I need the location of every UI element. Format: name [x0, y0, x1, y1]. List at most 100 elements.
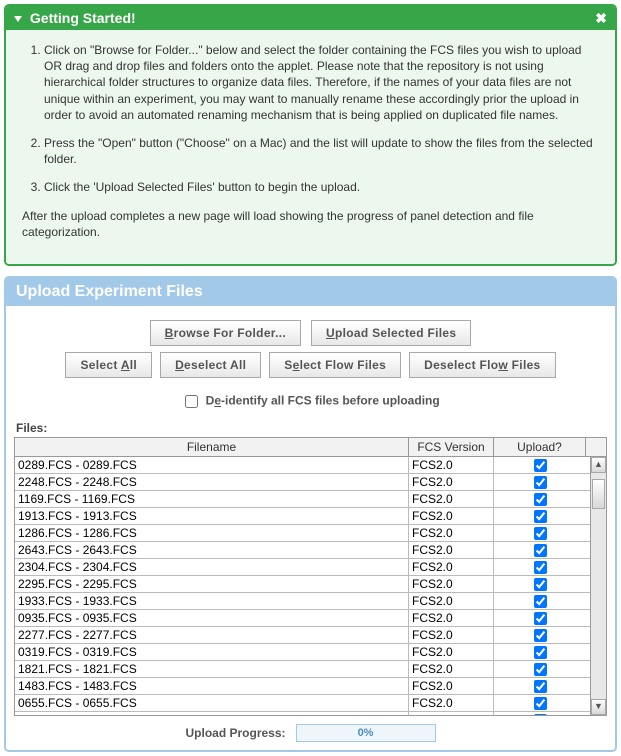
scrollbar-down-button[interactable]: ▼: [591, 699, 606, 715]
cell-filename: 1913.FCS - 1913.FCS: [15, 508, 409, 524]
table-row[interactable]: 1933.FCS - 1933.FCSFCS2.0: [15, 593, 590, 610]
cell-version: FCS2.0: [409, 542, 494, 558]
upload-checkbox[interactable]: [534, 680, 547, 693]
cell-upload: [494, 474, 586, 490]
vertical-scrollbar[interactable]: ▲ ▼: [590, 457, 606, 715]
table-row[interactable]: 2722.FCS - 2722.FCSFCS2.0: [15, 712, 590, 715]
deidentify-label[interactable]: De-identify all FCS files before uploadi…: [206, 394, 440, 408]
cell-upload: [494, 576, 586, 592]
cell-filename: 0289.FCS - 0289.FCS: [15, 457, 409, 473]
getting-started-body: Click on "Browse for Folder..." below an…: [6, 30, 615, 264]
cell-version: FCS2.0: [409, 593, 494, 609]
cell-version: FCS2.0: [409, 508, 494, 524]
getting-started-title: Getting Started!: [30, 10, 136, 26]
table-row[interactable]: 0935.FCS - 0935.FCSFCS2.0: [15, 610, 590, 627]
cell-filename: 1286.FCS - 1286.FCS: [15, 525, 409, 541]
cell-upload: [494, 695, 586, 711]
col-header-scrollbar: [586, 438, 602, 456]
upload-checkbox[interactable]: [534, 646, 547, 659]
upload-checkbox[interactable]: [534, 612, 547, 625]
select-all-button[interactable]: Select All: [65, 352, 152, 378]
upload-checkbox[interactable]: [534, 544, 547, 557]
deidentify-row: De-identify all FCS files before uploadi…: [14, 384, 607, 417]
files-label: Files:: [16, 421, 607, 435]
cell-upload: [494, 644, 586, 660]
browse-for-folder-button[interactable]: Browse For Folder...: [150, 320, 301, 346]
col-header-version[interactable]: FCS Version: [409, 438, 494, 456]
scrollbar-thumb[interactable]: [592, 479, 605, 509]
cell-filename: 1933.FCS - 1933.FCS: [15, 593, 409, 609]
table-row[interactable]: 1169.FCS - 1169.FCSFCS2.0: [15, 491, 590, 508]
table-row[interactable]: 0655.FCS - 0655.FCSFCS2.0: [15, 695, 590, 712]
scrollbar-up-button[interactable]: ▲: [591, 457, 606, 473]
step-3: Click the 'Upload Selected Files' button…: [44, 179, 599, 195]
getting-started-header[interactable]: Getting Started! ✖: [6, 6, 615, 30]
cell-version: FCS2.0: [409, 661, 494, 677]
cell-filename: 2643.FCS - 2643.FCS: [15, 542, 409, 558]
deselect-all-button[interactable]: Deselect All: [160, 352, 261, 378]
cell-version: FCS2.0: [409, 559, 494, 575]
close-icon[interactable]: ✖: [595, 10, 607, 27]
upload-panel-body: Browse For Folder... Upload Selected Fil…: [6, 306, 615, 750]
cell-upload: [494, 678, 586, 694]
cell-version: FCS2.0: [409, 491, 494, 507]
scrollbar-track[interactable]: [591, 473, 606, 699]
upload-checkbox[interactable]: [534, 459, 547, 472]
table-row[interactable]: 1913.FCS - 1913.FCSFCS2.0: [15, 508, 590, 525]
upload-checkbox[interactable]: [534, 629, 547, 642]
table-row[interactable]: 0319.FCS - 0319.FCSFCS2.0: [15, 644, 590, 661]
cell-version: FCS2.0: [409, 678, 494, 694]
cell-filename: 1821.FCS - 1821.FCS: [15, 661, 409, 677]
cell-filename: 2277.FCS - 2277.FCS: [15, 627, 409, 643]
upload-checkbox[interactable]: [534, 561, 547, 574]
table-row[interactable]: 0289.FCS - 0289.FCSFCS2.0: [15, 457, 590, 474]
col-header-upload[interactable]: Upload?: [494, 438, 586, 456]
upload-checkbox[interactable]: [534, 595, 547, 608]
cell-upload: [494, 542, 586, 558]
select-flow-files-button[interactable]: Select Flow Files: [269, 352, 401, 378]
cell-upload: [494, 661, 586, 677]
upload-progress-bar: 0%: [296, 724, 436, 742]
cell-version: FCS2.0: [409, 644, 494, 660]
upload-checkbox[interactable]: [534, 476, 547, 489]
table-row[interactable]: 1821.FCS - 1821.FCSFCS2.0: [15, 661, 590, 678]
getting-started-panel: Getting Started! ✖ Click on "Browse for …: [4, 4, 617, 266]
cell-upload: [494, 559, 586, 575]
upload-checkbox[interactable]: [534, 527, 547, 540]
table-row[interactable]: 2248.FCS - 2248.FCSFCS2.0: [15, 474, 590, 491]
table-header-row: Filename FCS Version Upload?: [15, 438, 606, 457]
cell-filename: 0655.FCS - 0655.FCS: [15, 695, 409, 711]
table-row[interactable]: 2277.FCS - 2277.FCSFCS2.0: [15, 627, 590, 644]
upload-checkbox[interactable]: [534, 663, 547, 676]
table-row[interactable]: 2643.FCS - 2643.FCSFCS2.0: [15, 542, 590, 559]
table-row[interactable]: 1483.FCS - 1483.FCSFCS2.0: [15, 678, 590, 695]
upload-progress-value: 0%: [358, 727, 374, 739]
col-header-filename[interactable]: Filename: [15, 438, 409, 456]
primary-button-row: Browse For Folder... Upload Selected Fil…: [14, 320, 607, 346]
cell-filename: 2295.FCS - 2295.FCS: [15, 576, 409, 592]
cell-version: FCS2.0: [409, 712, 494, 715]
upload-checkbox[interactable]: [534, 578, 547, 591]
upload-checkbox[interactable]: [534, 510, 547, 523]
upload-checkbox[interactable]: [534, 697, 547, 710]
cell-version: FCS2.0: [409, 610, 494, 626]
secondary-button-row: Select All Deselect All Select Flow File…: [14, 352, 607, 378]
cell-filename: 0935.FCS - 0935.FCS: [15, 610, 409, 626]
table-row[interactable]: 2304.FCS - 2304.FCSFCS2.0: [15, 559, 590, 576]
cell-upload: [494, 593, 586, 609]
getting-started-footer: After the upload completes a new page wi…: [22, 208, 599, 240]
cell-filename: 1169.FCS - 1169.FCS: [15, 491, 409, 507]
deidentify-checkbox[interactable]: [185, 395, 198, 408]
upload-selected-files-button[interactable]: Upload Selected Files: [311, 320, 471, 346]
table-body-rows: 0289.FCS - 0289.FCSFCS2.02248.FCS - 2248…: [15, 457, 590, 715]
table-row[interactable]: 2295.FCS - 2295.FCSFCS2.0: [15, 576, 590, 593]
deselect-flow-files-button[interactable]: Deselect Flow Files: [409, 352, 555, 378]
step-2: Press the "Open" button ("Choose" on a M…: [44, 135, 599, 167]
upload-panel-title: Upload Experiment Files: [6, 278, 615, 306]
table-row[interactable]: 1286.FCS - 1286.FCSFCS2.0: [15, 525, 590, 542]
upload-checkbox[interactable]: [534, 714, 547, 715]
cell-filename: 2248.FCS - 2248.FCS: [15, 474, 409, 490]
cell-upload: [494, 610, 586, 626]
cell-version: FCS2.0: [409, 627, 494, 643]
upload-checkbox[interactable]: [534, 493, 547, 506]
